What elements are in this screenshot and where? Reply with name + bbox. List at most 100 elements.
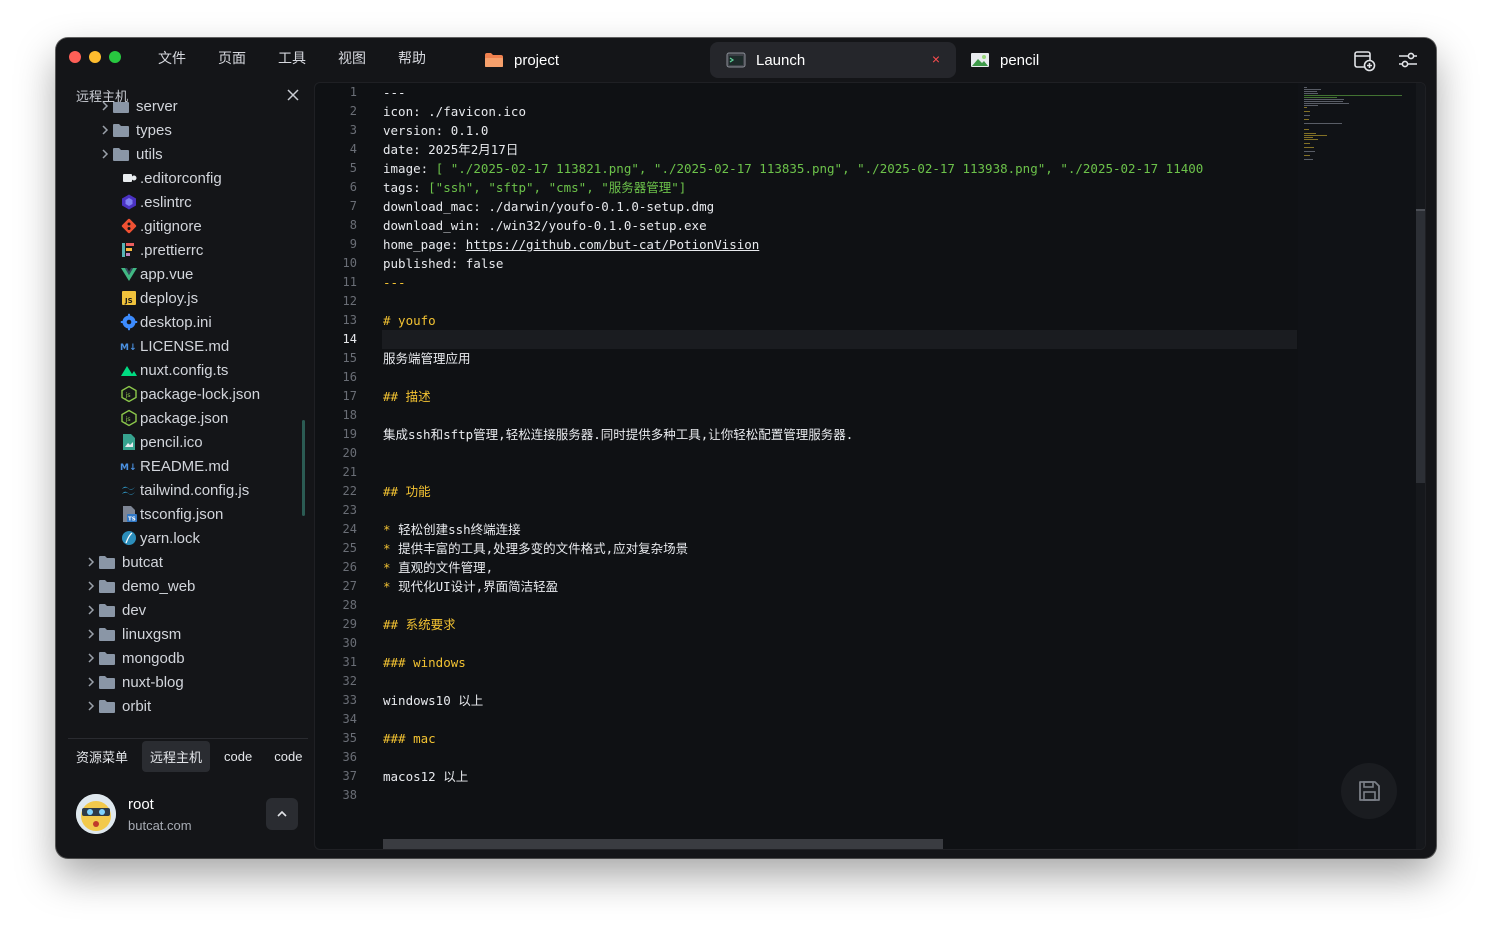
tree-file[interactable]: nuxt.config.ts [120, 358, 228, 382]
svg-text:js: js [125, 415, 132, 423]
minimap-line [1304, 129, 1309, 130]
tree-item-label: server [136, 102, 178, 115]
line-number: 25 [342, 540, 357, 555]
tab-project[interactable]: project [480, 42, 700, 78]
tab-launch[interactable]: Launch × [710, 42, 956, 78]
tree-file[interactable]: app.vue [120, 262, 193, 286]
tree-item-label: types [136, 121, 172, 139]
user-menu-button[interactable] [266, 798, 298, 830]
node-icon: js [121, 385, 137, 403]
line-number: 30 [342, 635, 357, 650]
tree-folder[interactable]: orbit [84, 694, 151, 718]
tree-folder[interactable]: mongodb [84, 646, 185, 670]
horizontal-scrollbar-thumb[interactable] [383, 839, 943, 849]
tree-file[interactable]: desktop.ini [120, 310, 212, 334]
code-line: * 轻松创建ssh终端连接 [383, 520, 521, 539]
code-token: ## 功能 [383, 483, 431, 499]
window-zoom-button[interactable] [109, 51, 121, 63]
minimap-line [1304, 143, 1311, 144]
tab-pencil-label: pencil [1000, 51, 1040, 69]
tree-file[interactable]: TS tsconfig.json [120, 502, 223, 526]
save-button[interactable] [1341, 763, 1397, 819]
tree-scrollbar[interactable] [302, 420, 305, 516]
tab-remote-host[interactable]: 远程主机 [142, 741, 211, 772]
chevron-right-icon [88, 557, 95, 567]
tree-item-label: linuxgsm [122, 625, 182, 643]
line-number-gutter: 1 2 3 4 5 6 7 8 9 10 11 12 13 14 15 16 17 18 19 20 21 22 23 24 2… [315, 83, 375, 849]
tab-code[interactable]: code [216, 743, 260, 770]
tree-file[interactable]: js package.json [120, 406, 228, 430]
minimap[interactable] [1298, 83, 1416, 849]
menu-page[interactable]: 页面 [218, 48, 278, 68]
tailwind-icon [122, 486, 135, 495]
tree-file[interactable]: M↓ LICENSE.md [120, 334, 229, 358]
window-close-button[interactable] [69, 51, 81, 63]
folder-icon [99, 556, 115, 569]
tab-project-label: project [514, 51, 560, 69]
tree-file[interactable]: pencil.ico [120, 430, 203, 454]
tree-file[interactable]: .gitignore [120, 214, 202, 238]
user-domain: butcat.com [128, 818, 192, 833]
folder-icon [99, 604, 115, 617]
prettier-icon [122, 243, 134, 257]
tab-pencil[interactable]: pencil [966, 42, 1186, 78]
code-area[interactable]: --- icon: ./favicon.ico version: 0.1.0 date… [383, 83, 1298, 849]
tree-folder[interactable]: demo_web [84, 574, 195, 598]
line-number: 29 [342, 616, 357, 631]
tree-item-label: README.md [140, 457, 230, 475]
menu-file[interactable]: 文件 [158, 48, 218, 68]
menu-tools[interactable]: 工具 [278, 48, 338, 68]
tree-file[interactable]: M↓ README.md [120, 454, 229, 478]
svg-text:M↓: M↓ [120, 343, 137, 353]
code-line: windows10 以上 [383, 691, 483, 710]
minimap-line [1304, 93, 1319, 94]
vertical-scrollbar-thumb[interactable] [1416, 209, 1425, 483]
menu-view[interactable]: 视图 [338, 48, 398, 68]
title-bar: 文件 页面 工具 视图 帮助 project Launch × pencil [56, 38, 1436, 82]
code-token: published: false [383, 255, 504, 271]
line-number: 18 [342, 407, 357, 422]
tree-folder[interactable]: types [98, 118, 172, 142]
tree-folder[interactable]: server [98, 102, 178, 118]
new-window-icon[interactable] [1352, 48, 1376, 72]
tree-folder[interactable]: linuxgsm [84, 622, 181, 646]
line-number: 32 [342, 673, 357, 688]
settings-sliders-icon[interactable] [1396, 48, 1420, 72]
code-line: tags: ["ssh", "sftp", "cms", "服务器管理"] [383, 178, 686, 197]
tree-file[interactable]: yarn.lock [120, 526, 200, 550]
tree-file[interactable]: .editorconfig [120, 166, 222, 190]
menu-help[interactable]: 帮助 [398, 48, 458, 68]
code-token: ### mac [383, 730, 436, 746]
tree-file[interactable]: js package-lock.json [120, 382, 260, 406]
code-line: image: [ "./2025-02-17 113821.png", "./2… [383, 159, 1203, 178]
minimap-line [1304, 155, 1311, 156]
minimap-line [1304, 101, 1343, 102]
tree-folder[interactable]: nuxt-blog [84, 670, 184, 694]
tree-file[interactable]: JS deploy.js [120, 286, 198, 310]
tree-file[interactable]: .eslintrc [120, 190, 192, 214]
tab-close-icon[interactable]: × [932, 51, 940, 67]
tree-file[interactable]: .prettierrc [120, 238, 203, 262]
line-number: 35 [342, 730, 357, 745]
window-minimize-button[interactable] [89, 51, 101, 63]
line-number: 22 [342, 483, 357, 498]
editorconfig-icon [123, 174, 137, 182]
tree-folder[interactable]: utils [98, 142, 163, 166]
tab-code-2[interactable]: code [266, 743, 308, 770]
code-editor[interactable]: 1 2 3 4 5 6 7 8 9 10 11 12 13 14 15 16 17 18 19 20 21 22 23 24 2… [314, 82, 1426, 850]
code-line: ### windows [383, 653, 466, 672]
code-token: ## 描述 [383, 388, 431, 404]
code-line: --- [383, 273, 406, 292]
sidebar-tabs: 资源菜单 远程主机 code code [68, 738, 308, 774]
tree-folder[interactable]: dev [84, 598, 146, 622]
tree-item-label: dev [122, 601, 147, 619]
code-token: icon: ./favicon.ico [383, 103, 526, 119]
tree-folder[interactable]: butcat [84, 550, 163, 574]
avatar[interactable] [76, 794, 116, 834]
code-token: home_page: [383, 236, 466, 252]
line-number: 14 [342, 331, 357, 346]
code-line: ## 功能 [383, 482, 431, 501]
tab-resource-menu[interactable]: 资源菜单 [68, 741, 136, 772]
tree-file[interactable]: tailwind.config.js [120, 478, 249, 502]
code-token: * [383, 559, 399, 575]
